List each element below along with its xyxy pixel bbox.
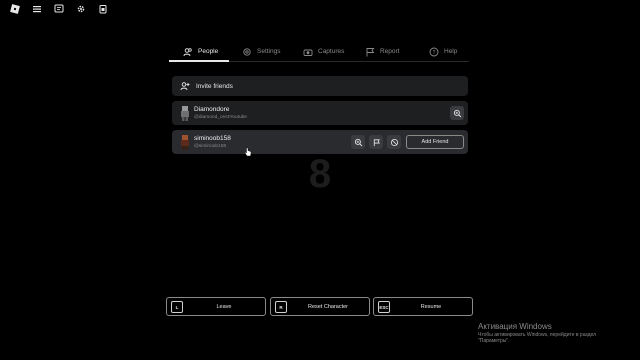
people-icon bbox=[183, 47, 192, 56]
topbar bbox=[8, 2, 110, 16]
windows-activation-watermark: Активация Windows Чтобы активировать Win… bbox=[478, 322, 628, 344]
reset-character-label: Reset Character bbox=[307, 303, 349, 310]
tab-label: People bbox=[198, 48, 219, 55]
roblox-logo-icon[interactable] bbox=[8, 2, 22, 16]
add-person-icon bbox=[180, 82, 190, 91]
resume-label: Resume bbox=[420, 303, 442, 310]
keybind-hint: L bbox=[171, 301, 183, 313]
report-player-button[interactable] bbox=[369, 135, 383, 149]
add-friend-button[interactable]: Add Friend bbox=[406, 135, 464, 149]
settings-gear-icon[interactable] bbox=[74, 2, 88, 16]
backpack-icon[interactable] bbox=[96, 2, 110, 16]
tab-help[interactable]: ? Help bbox=[429, 42, 457, 61]
block-player-button[interactable] bbox=[387, 135, 401, 149]
avatar bbox=[181, 135, 189, 150]
player-name: Diamondore bbox=[194, 106, 230, 113]
svg-text:?: ? bbox=[433, 50, 436, 56]
player-row[interactable]: Diamondore @diamond_ore3Youtube bbox=[172, 101, 468, 125]
block-icon bbox=[390, 138, 398, 146]
flag-icon bbox=[366, 47, 375, 56]
tab-settings[interactable]: Settings bbox=[242, 42, 281, 61]
chat-icon[interactable] bbox=[52, 2, 66, 16]
active-tab-indicator bbox=[169, 60, 229, 62]
tab-report[interactable]: Report bbox=[365, 42, 400, 61]
camera-icon bbox=[303, 49, 313, 56]
resume-button[interactable]: ESC Resume bbox=[373, 297, 473, 316]
player-count-display: 8 bbox=[308, 152, 332, 196]
player-row[interactable]: siminoob158 @siminoob158 Add Friend bbox=[172, 130, 468, 154]
tab-label: Help bbox=[444, 48, 458, 55]
invite-friends-button[interactable]: Invite friends bbox=[172, 76, 468, 96]
player-name: siminoob158 bbox=[194, 135, 231, 142]
tab-people[interactable]: People bbox=[183, 42, 218, 61]
player-handle: @siminoob158 bbox=[194, 144, 227, 149]
flag-icon bbox=[373, 138, 380, 146]
zoom-icon bbox=[354, 138, 362, 146]
activation-title: Активация Windows bbox=[478, 322, 552, 331]
menu-icon[interactable] bbox=[30, 2, 44, 16]
tab-label: Settings bbox=[257, 48, 281, 55]
leave-label: Leave bbox=[216, 303, 232, 310]
reset-character-button[interactable]: R Reset Character bbox=[270, 297, 370, 316]
invite-friends-label: Invite friends bbox=[196, 82, 233, 90]
activation-subtitle: Чтобы активировать Windows, перейдите в … bbox=[478, 332, 597, 344]
tab-label: Report bbox=[380, 48, 400, 55]
keybind-hint: ESC bbox=[378, 301, 390, 313]
keybind-hint: R bbox=[275, 301, 287, 313]
gear-icon bbox=[243, 47, 251, 56]
player-handle: @diamond_ore3Youtube bbox=[194, 115, 247, 120]
zoom-icon bbox=[453, 109, 461, 117]
inspect-button[interactable] bbox=[351, 135, 365, 149]
tab-captures[interactable]: Captures bbox=[303, 42, 344, 61]
mouse-cursor-icon bbox=[244, 147, 252, 157]
tab-bar: People Settings Captures Report ? Help bbox=[169, 42, 469, 62]
avatar bbox=[181, 106, 189, 121]
leave-button[interactable]: L Leave bbox=[166, 297, 266, 316]
inspect-button[interactable] bbox=[450, 106, 464, 120]
help-icon: ? bbox=[429, 47, 439, 56]
tab-underline bbox=[169, 60, 469, 62]
tab-label: Captures bbox=[318, 48, 345, 55]
